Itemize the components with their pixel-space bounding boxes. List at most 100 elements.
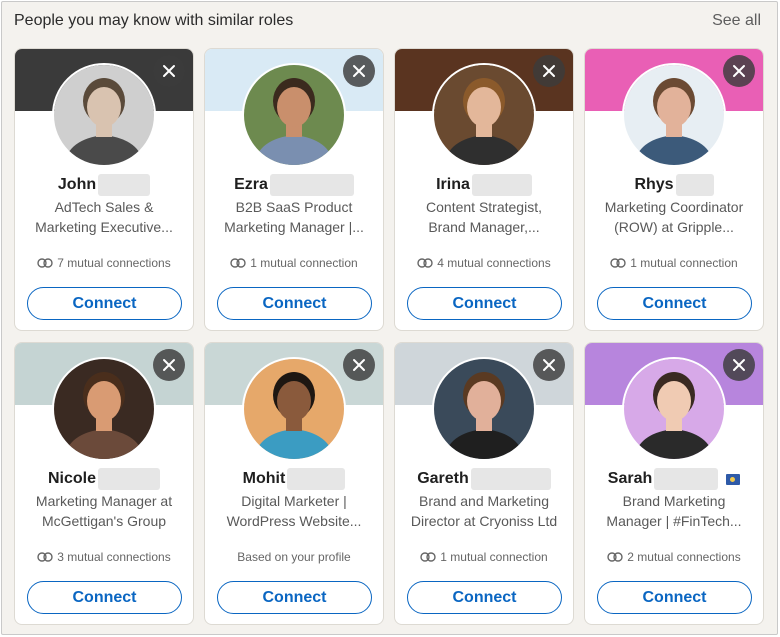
name-row: Mohit bbox=[205, 467, 383, 491]
see-all-link[interactable]: See all bbox=[712, 12, 761, 30]
close-icon bbox=[353, 359, 365, 371]
close-icon bbox=[543, 359, 555, 371]
mutual-connections: 7 mutual connections bbox=[15, 254, 193, 272]
mutual-connections-text: 3 mutual connections bbox=[57, 550, 171, 564]
dismiss-button[interactable] bbox=[533, 349, 565, 381]
connect-button[interactable]: Connect bbox=[217, 287, 372, 320]
avatar[interactable] bbox=[52, 357, 156, 461]
redacted-surname bbox=[675, 174, 714, 196]
person-card[interactable]: Sarah Brand Marketing Manager | #FinTech… bbox=[584, 342, 764, 625]
mutual-connections-text: 2 mutual connections bbox=[627, 550, 741, 564]
section-header: People you may know with similar roles S… bbox=[2, 2, 777, 42]
avatar[interactable] bbox=[432, 63, 536, 167]
person-headline: Content Strategist, Brand Manager,... bbox=[409, 197, 559, 237]
person-card[interactable]: Rhys Marketing Coordinator (ROW) at Grip… bbox=[584, 48, 764, 331]
name-row: John bbox=[15, 173, 193, 197]
headline-line: WordPress Website... bbox=[226, 513, 362, 529]
headline-line: Director at Cryoniss Ltd bbox=[410, 513, 558, 529]
person-name[interactable]: Irina bbox=[436, 176, 470, 194]
person-name[interactable]: Gareth bbox=[417, 470, 469, 488]
person-card[interactable]: John AdTech Sales & Marketing Executive.… bbox=[14, 48, 194, 331]
redacted-surname bbox=[470, 468, 551, 490]
avatar[interactable] bbox=[622, 63, 726, 167]
person-headline: Marketing Coordinator (ROW) at Gripple..… bbox=[599, 197, 749, 237]
dismiss-button[interactable] bbox=[153, 349, 185, 381]
mutual-connections-icon bbox=[420, 552, 436, 562]
connect-button[interactable]: Connect bbox=[597, 581, 752, 614]
dismiss-button[interactable] bbox=[723, 55, 755, 87]
mutual-connections-icon bbox=[607, 552, 623, 562]
headline-line: B2B SaaS Product bbox=[235, 199, 353, 215]
person-headline: AdTech Sales & Marketing Executive... bbox=[29, 197, 179, 237]
mutual-connections-icon bbox=[417, 258, 433, 268]
headline-line: Brand and Marketing bbox=[419, 493, 549, 509]
mutual-connections-icon bbox=[610, 258, 626, 268]
redacted-surname bbox=[654, 468, 719, 490]
close-icon bbox=[543, 65, 555, 77]
mutual-connections-icon bbox=[37, 258, 53, 268]
headline-line: Content Strategist, bbox=[426, 199, 542, 215]
dismiss-button[interactable] bbox=[343, 55, 375, 87]
headline-line: Digital Marketer | bbox=[241, 493, 347, 509]
name-row: Sarah bbox=[585, 467, 763, 491]
name-row: Nicole bbox=[15, 467, 193, 491]
close-icon bbox=[733, 65, 745, 77]
person-card[interactable]: Irina Content Strategist, Brand Manager,… bbox=[394, 48, 574, 331]
close-icon bbox=[163, 359, 175, 371]
person-card[interactable]: Nicole Marketing Manager at McGettigan's… bbox=[14, 342, 194, 625]
connect-button[interactable]: Connect bbox=[407, 581, 562, 614]
mutual-connections: 3 mutual connections bbox=[15, 548, 193, 566]
connect-button[interactable]: Connect bbox=[27, 581, 182, 614]
mutual-connections-text: 7 mutual connections bbox=[57, 256, 171, 270]
mutual-connections-text: Based on your profile bbox=[237, 550, 351, 564]
headline-line: McGettigan's Group bbox=[41, 513, 167, 529]
people-you-may-know-panel: People you may know with similar roles S… bbox=[1, 1, 778, 635]
mutual-connections: 2 mutual connections bbox=[585, 548, 763, 566]
person-name[interactable]: Rhys bbox=[634, 176, 673, 194]
name-row: Rhys bbox=[585, 173, 763, 197]
headline-line: Manager | #FinTech... bbox=[606, 513, 742, 529]
mutual-connections-icon bbox=[37, 552, 53, 562]
connect-button[interactable]: Connect bbox=[27, 287, 182, 320]
redacted-surname bbox=[269, 174, 354, 196]
close-icon bbox=[163, 65, 175, 77]
mutual-connections: 4 mutual connections bbox=[395, 254, 573, 272]
name-row: Gareth bbox=[395, 467, 573, 491]
person-card[interactable]: Gareth Brand and Marketing Director at C… bbox=[394, 342, 574, 625]
avatar-image bbox=[244, 65, 344, 165]
person-name[interactable]: Ezra bbox=[234, 176, 268, 194]
person-name[interactable]: Sarah bbox=[608, 470, 652, 488]
avatar[interactable] bbox=[242, 63, 346, 167]
person-headline: Digital Marketer | WordPress Website... bbox=[219, 491, 369, 531]
avatar-image bbox=[434, 359, 534, 459]
name-row: Ezra bbox=[205, 173, 383, 197]
avatar-image bbox=[54, 65, 154, 165]
name-row: Irina bbox=[395, 173, 573, 197]
dismiss-button[interactable] bbox=[153, 55, 185, 87]
avatar[interactable] bbox=[432, 357, 536, 461]
headline-line: Marketing Manager |... bbox=[224, 219, 364, 235]
close-icon bbox=[353, 65, 365, 77]
connect-button[interactable]: Connect bbox=[217, 581, 372, 614]
mutual-connections-icon bbox=[230, 258, 246, 268]
connect-button[interactable]: Connect bbox=[407, 287, 562, 320]
person-headline: Marketing Manager at McGettigan's Group bbox=[29, 491, 179, 531]
mutual-connections-text: 1 mutual connection bbox=[250, 256, 358, 270]
avatar[interactable] bbox=[622, 357, 726, 461]
person-card[interactable]: Ezra B2B SaaS Product Marketing Manager … bbox=[204, 48, 384, 331]
mutual-connections-text: 1 mutual connection bbox=[630, 256, 738, 270]
avatar-image bbox=[624, 65, 724, 165]
person-card[interactable]: Mohit Digital Marketer | WordPress Websi… bbox=[204, 342, 384, 625]
person-name[interactable]: Nicole bbox=[48, 470, 96, 488]
connect-button[interactable]: Connect bbox=[597, 287, 752, 320]
headline-line: Marketing Executive... bbox=[35, 219, 173, 235]
headline-line: Marketing Manager at bbox=[35, 493, 173, 509]
dismiss-button[interactable] bbox=[723, 349, 755, 381]
close-icon bbox=[733, 359, 745, 371]
avatar[interactable] bbox=[52, 63, 156, 167]
dismiss-button[interactable] bbox=[343, 349, 375, 381]
avatar[interactable] bbox=[242, 357, 346, 461]
dismiss-button[interactable] bbox=[533, 55, 565, 87]
person-name[interactable]: Mohit bbox=[243, 470, 286, 488]
person-name[interactable]: John bbox=[58, 176, 96, 194]
